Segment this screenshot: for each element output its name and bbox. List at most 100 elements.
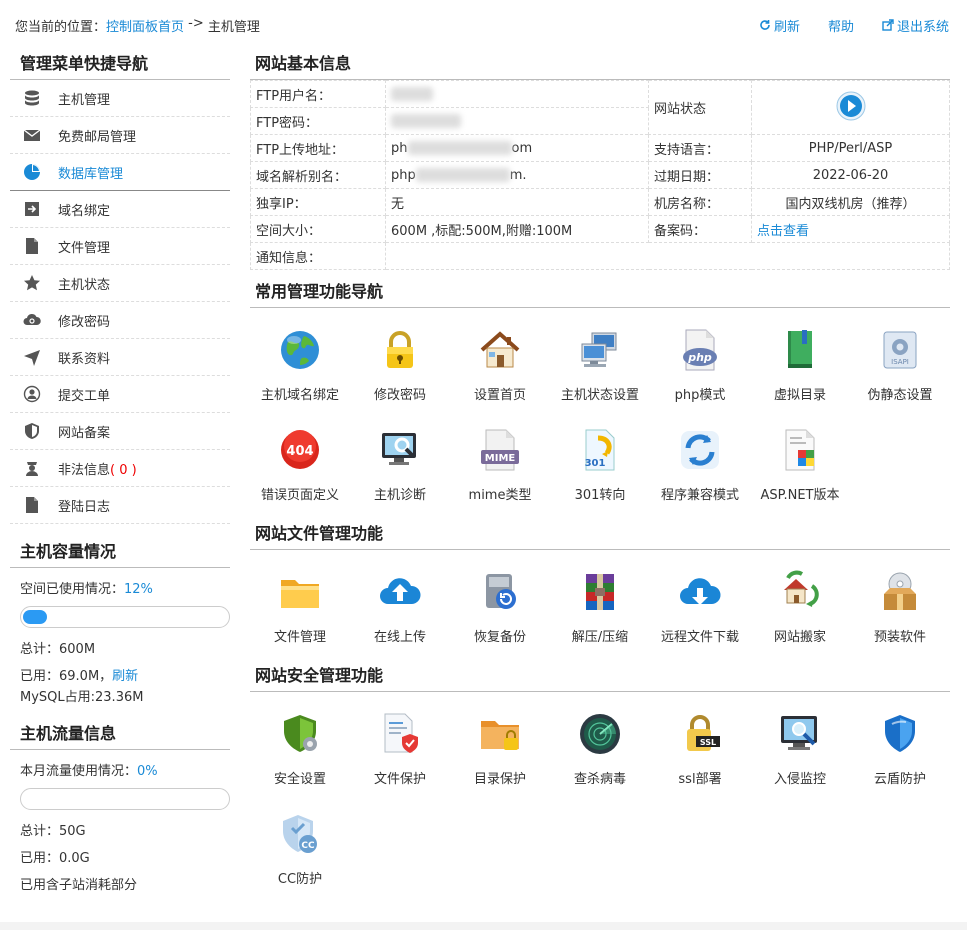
function-item[interactable]: 设置首页 — [450, 322, 550, 422]
function-item[interactable]: 主机域名绑定 — [250, 322, 350, 422]
function-item[interactable]: 目录保护 — [450, 706, 550, 806]
function-item-label: php模式 — [674, 388, 726, 403]
sidebar-item-host[interactable]: 主机管理 — [10, 80, 230, 117]
capacity-title: 主机容量情况 — [10, 538, 230, 568]
table-row: 域名解析别名： php m. 过期日期： 2022-06-20 — [250, 161, 950, 189]
sidebar-item-ticket[interactable]: 提交工单 — [10, 376, 230, 413]
function-item-label: 解压/压缩 — [571, 630, 629, 645]
mime-icon: MIME — [478, 428, 522, 472]
beian-view-link[interactable]: 点击查看 — [757, 224, 809, 239]
monitor-search-icon — [378, 428, 422, 472]
top-bar: 您当前的位置： 控制面板首页 -> 主机管理 刷新 帮助 退出系统 — [15, 14, 949, 36]
function-item[interactable]: 安全设置 — [250, 706, 350, 806]
function-item[interactable]: SSL ssl部署 — [650, 706, 750, 806]
function-item-label: 设置首页 — [473, 388, 526, 403]
file-protect-icon — [378, 712, 422, 756]
security-functions-title: 网站安全管理功能 — [250, 662, 950, 692]
svg-text:301: 301 — [585, 458, 606, 469]
function-item-label: 预装软件 — [873, 630, 926, 645]
ftp-addr-suffix: om — [511, 140, 533, 156]
help-link[interactable]: 帮助 — [828, 16, 854, 35]
capacity-usage-label: 空间已使用情况： — [20, 582, 125, 597]
computers-icon — [578, 328, 622, 372]
function-item[interactable]: 查杀病毒 — [550, 706, 650, 806]
function-item[interactable]: 主机状态设置 — [550, 322, 650, 422]
function-item-label: 主机状态设置 — [560, 388, 639, 403]
sidebar-item-contact[interactable]: 联系资料 — [10, 339, 230, 376]
play-button[interactable] — [836, 91, 866, 121]
disk-restore-icon — [478, 570, 522, 614]
function-item[interactable]: 预装软件 — [850, 564, 950, 664]
function-item[interactable]: 程序兼容模式 — [650, 422, 750, 522]
lang-value: PHP/Perl/ASP — [751, 134, 950, 162]
expire-label: 过期日期： — [648, 161, 752, 189]
function-item[interactable]: 网站搬家 — [750, 564, 850, 664]
function-item[interactable]: 恢复备份 — [450, 564, 550, 664]
globe-icon — [278, 328, 322, 372]
folder-lock-icon — [478, 712, 522, 756]
sidebar-item-illegal[interactable]: 非法信息( 0 ) — [10, 450, 230, 487]
svg-text:SSL: SSL — [700, 738, 716, 747]
function-item[interactable]: 解压/压缩 — [550, 564, 650, 664]
refresh-button[interactable]: 刷新 — [759, 16, 800, 35]
function-item-label: 程序兼容模式 — [660, 488, 739, 503]
function-item[interactable]: 主机诊断 — [350, 422, 450, 522]
function-item[interactable]: 虚拟目录 — [750, 322, 850, 422]
function-item[interactable]: ISAPI 伪静态设置 — [850, 322, 950, 422]
sidebar-item-label: 文件管理 — [58, 240, 111, 256]
function-item-label: CC防护 — [277, 872, 323, 887]
function-item[interactable]: 入侵监控 — [750, 706, 850, 806]
function-item[interactable]: 修改密码 — [350, 322, 450, 422]
sidebar-item-domain[interactable]: 域名绑定 — [10, 191, 230, 228]
sidebar-item-status[interactable]: 主机状态 — [10, 265, 230, 302]
play-icon — [836, 91, 865, 120]
function-item[interactable]: php php模式 — [650, 322, 750, 422]
function-item-label: 文件保护 — [373, 772, 426, 787]
file-icon — [22, 236, 42, 256]
capacity-usage-percent: 12% — [124, 582, 153, 597]
svg-text:ISAPI: ISAPI — [891, 358, 909, 366]
function-item[interactable]: 301 301转向 — [550, 422, 650, 522]
function-item[interactable]: 404 错误页面定义 — [250, 422, 350, 522]
sidebar-item-login-log[interactable]: 登陆日志 — [10, 487, 230, 524]
sidebar-item-label: 主机状态 — [58, 277, 111, 293]
sidebar-item-label: 登陆日志 — [58, 499, 111, 515]
cloud-icon — [22, 310, 42, 330]
sidebar-item-beian[interactable]: 网站备案 — [10, 413, 230, 450]
ftp-addr-value: ph om — [385, 134, 649, 162]
alias-value: php m. — [385, 161, 649, 189]
radar-icon — [578, 712, 622, 756]
function-item[interactable]: 在线上传 — [350, 564, 450, 664]
function-item-label: 主机域名绑定 — [260, 388, 339, 403]
breadcrumb-home-link[interactable]: 控制面板首页 — [106, 16, 184, 35]
function-item[interactable]: CC CC防护 — [250, 806, 350, 906]
function-item[interactable]: ASP.NET版本 — [750, 422, 850, 522]
function-item[interactable]: 远程文件下载 — [650, 564, 750, 664]
logout-button[interactable]: 退出系统 — [882, 16, 949, 35]
svg-text:404: 404 — [286, 444, 313, 459]
basic-info-title: 网站基本信息 — [250, 50, 950, 80]
function-item[interactable]: MIME mime类型 — [450, 422, 550, 522]
sidebar-item-label: 联系资料 — [58, 351, 111, 367]
sidebar-item-files[interactable]: 文件管理 — [10, 228, 230, 265]
function-item-label: 查杀病毒 — [573, 772, 626, 787]
svg-text:CC: CC — [301, 841, 315, 851]
sidebar-item-password[interactable]: 修改密码 — [10, 302, 230, 339]
ftp-user-value — [385, 80, 649, 108]
software-box-icon — [878, 570, 922, 614]
function-item-label: 网站搬家 — [773, 630, 826, 645]
alias-suffix: m. — [509, 167, 527, 183]
capacity-refresh-link[interactable]: 刷新 — [112, 669, 138, 684]
function-item-label: 主机诊断 — [373, 488, 426, 503]
function-item[interactable]: 文件保护 — [350, 706, 450, 806]
function-item[interactable]: 文件管理 — [250, 564, 350, 664]
ftp-pass-label: FTP密码： — [250, 107, 386, 135]
function-item[interactable]: 云盾防护 — [850, 706, 950, 806]
sidebar-item-database[interactable]: 数据库管理 — [10, 154, 230, 191]
login-icon — [22, 199, 42, 219]
room-value: 国内双线机房（推荐） — [751, 188, 950, 216]
function-item-label: 在线上传 — [373, 630, 426, 645]
capacity-used-line: 已用：69.0M，刷新 — [20, 663, 220, 690]
sidebar-item-mail[interactable]: 免费邮局管理 — [10, 117, 230, 154]
table-row: 空间大小： 600M ,标配:500M,附赠:100M 备案码： 点击查看 — [250, 215, 950, 243]
